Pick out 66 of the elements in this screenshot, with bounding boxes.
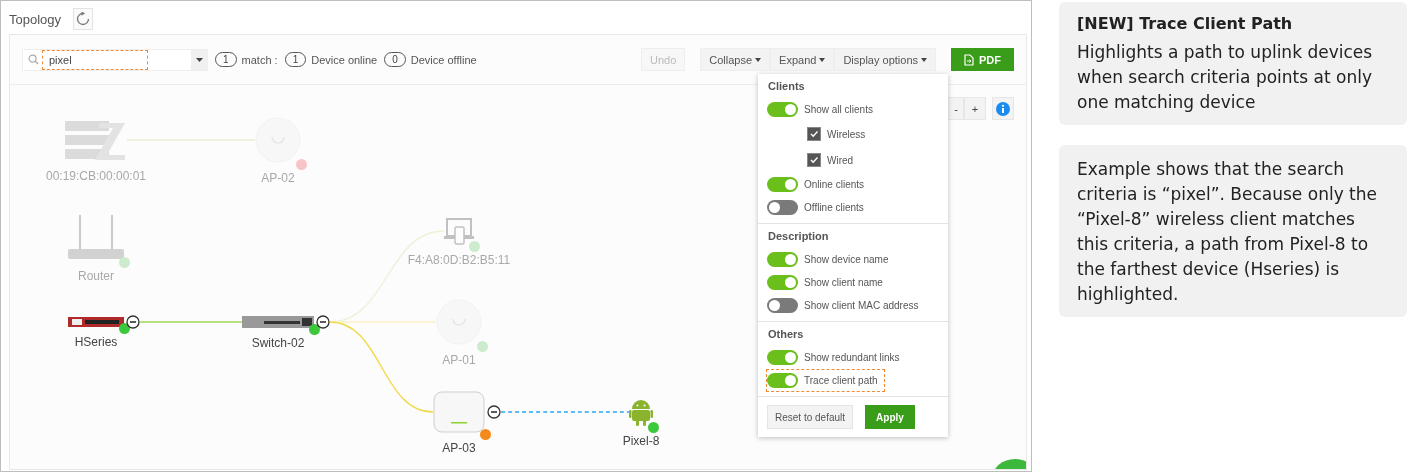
refresh-icon: [76, 12, 91, 26]
node-label: AP-01: [442, 353, 476, 367]
note-text: Example shows that the search criteria is “pixel”. Because only the “Pixel-8” wireless client matches this criteria, a path from Pixel-8 to the farthest device (Hseries) is highlighted.: [1077, 158, 1378, 306]
info-button[interactable]: [992, 97, 1014, 120]
count-label: match :: [241, 53, 278, 66]
option-label: Show client MAC address: [804, 300, 919, 311]
laptop-icon[interactable]: [444, 217, 474, 245]
zoom-button[interactable]: +: [964, 97, 986, 120]
option-label: Show all clients: [804, 104, 873, 115]
section-title: Clients: [768, 80, 806, 92]
collapse-icon[interactable]: [487, 405, 501, 419]
section-title: Description: [768, 230, 830, 242]
checkbox[interactable]: [807, 153, 821, 167]
toolbar-button[interactable]: Collapse: [700, 48, 771, 71]
node-label: F4:A8:0D:B2:B5:11: [407, 253, 511, 267]
info-icon: [996, 101, 1010, 116]
caret-icon: [819, 57, 826, 62]
collapse-icon[interactable]: [126, 315, 140, 329]
node-label: AP-03: [442, 441, 476, 455]
node-label: HSeries: [74, 335, 118, 349]
toggle-switch[interactable]: [767, 200, 798, 215]
firewall-icon[interactable]: [68, 317, 124, 327]
android-icon[interactable]: [629, 398, 653, 426]
node-label: AP-02: [261, 171, 295, 185]
option-label: Trace client path: [804, 375, 878, 386]
toolbar-button[interactable]: Display options: [834, 48, 936, 71]
server-icon[interactable]: [65, 119, 127, 161]
option-label: Show redundant links: [804, 352, 900, 363]
toggle-switch[interactable]: [767, 252, 798, 267]
toggle-switch[interactable]: [767, 373, 798, 388]
count-label: Device offline: [410, 53, 477, 66]
node-label: Router: [78, 269, 114, 283]
router-icon[interactable]: [68, 215, 124, 261]
option-label: Online clients: [804, 179, 865, 190]
menu-button[interactable]: Reset to default: [767, 405, 854, 429]
node-label: Switch-02: [251, 336, 305, 350]
option-label: Show device name: [804, 254, 889, 265]
node-label: Pixel-8: [622, 434, 660, 448]
option-label: Wired: [827, 154, 854, 166]
section-title: Others: [768, 328, 805, 340]
count-label: Device online: [311, 53, 378, 66]
caret-icon: [195, 57, 203, 62]
toggle-switch[interactable]: [767, 298, 798, 313]
document-icon: [964, 53, 974, 66]
check-icon: [809, 129, 819, 139]
node-label: 00:19:CB:00:00:01: [45, 169, 147, 183]
collapse-icon[interactable]: [316, 315, 330, 329]
page-title: Topology: [9, 11, 62, 27]
search-field[interactable]: pixel: [22, 48, 208, 71]
toggle-switch[interactable]: [767, 102, 798, 117]
note-title: [NEW] Trace Client Path: [1077, 14, 1294, 33]
search-icon: [28, 54, 39, 65]
option-label: Wireless: [827, 128, 866, 140]
refresh-button[interactable]: [73, 8, 94, 30]
toggle-switch[interactable]: [767, 177, 798, 192]
option-label: Show client name: [804, 277, 883, 288]
toggle-switch[interactable]: [767, 275, 798, 290]
toolbar-button[interactable]: Expand: [770, 48, 835, 71]
toggle-switch[interactable]: [767, 350, 798, 365]
caret-icon: [755, 57, 762, 62]
caret-icon: [921, 57, 927, 62]
check-icon: [809, 155, 819, 165]
switch-icon[interactable]: [242, 316, 314, 328]
note-text: Highlights a path to uplink devices when search criteria points at only one matching device: [1077, 41, 1374, 114]
option-label: Offline clients: [804, 202, 864, 213]
checkbox[interactable]: [807, 127, 821, 141]
